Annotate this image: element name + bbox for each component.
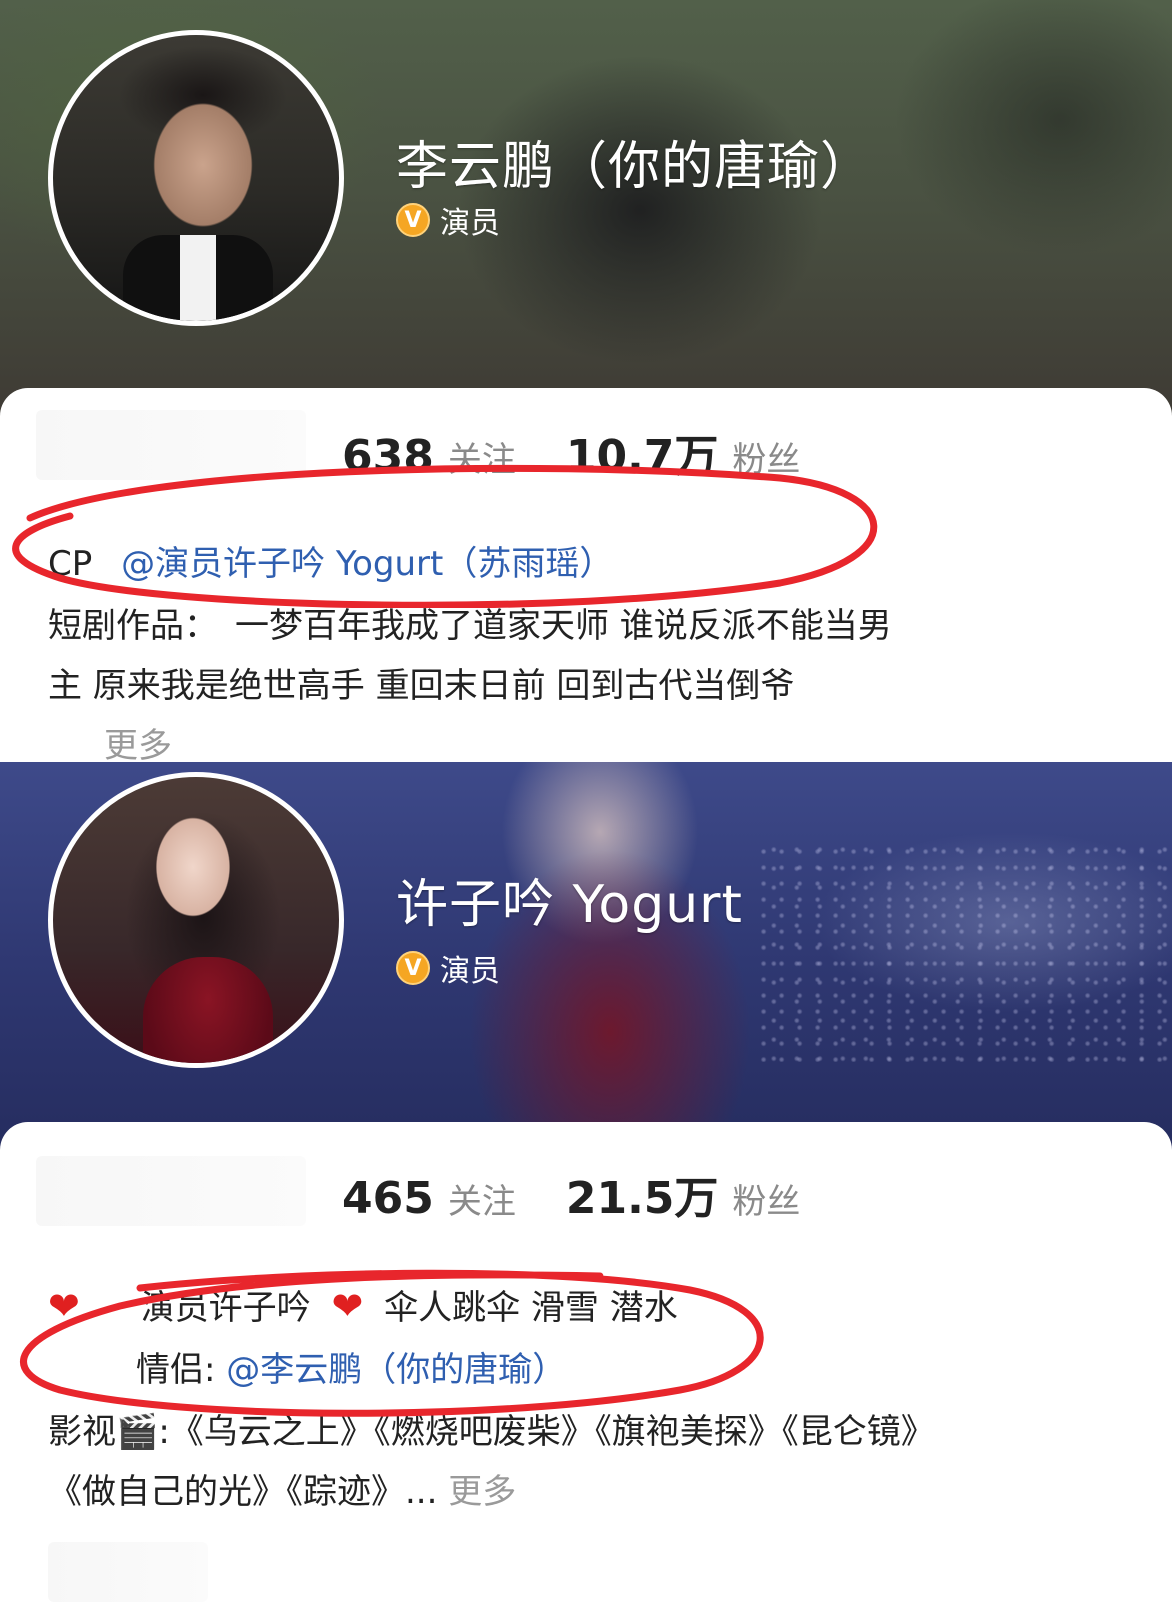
verified-badge-icon: V bbox=[396, 203, 430, 237]
followers-count[interactable]: 10.7万 bbox=[566, 420, 719, 484]
couple-mention-link[interactable]: @李云鹏（你的唐瑜） bbox=[226, 1350, 566, 1390]
bio-cp-line: CP @演员许子吟 Yogurt（苏雨瑶） bbox=[48, 536, 613, 585]
followers-label[interactable]: 粉丝 bbox=[732, 1174, 800, 1223]
profile-card-xu-ziyin: 许子吟 Yogurt V 演员 465 关注 21.5万 粉丝 ❤ 演员许子吟 … bbox=[0, 762, 1172, 1620]
following-label[interactable]: 关注 bbox=[448, 432, 516, 481]
role-label: 演员 bbox=[440, 206, 500, 241]
bio-couple-line: 情侣: @李云鹏（你的唐瑜） bbox=[136, 1342, 566, 1391]
bio-works-line-1: 短剧作品： 一梦百年我成了道家天师 谁说反派不能当男 bbox=[48, 606, 892, 646]
following-label[interactable]: 关注 bbox=[448, 1174, 516, 1223]
following-count[interactable]: 638 bbox=[342, 431, 434, 482]
bio-intro-text: 演员许子吟 bbox=[140, 1288, 311, 1328]
profile-info-card: 465 关注 21.5万 粉丝 ❤ 演员许子吟 ❤ 伞人跳伞 滑雪 潜水 情侣:… bbox=[0, 1122, 1172, 1620]
cp-mention-link[interactable]: @演员许子吟 Yogurt（苏雨瑶） bbox=[121, 544, 613, 584]
verified-role: V 演员 bbox=[396, 946, 500, 990]
followers-label[interactable]: 粉丝 bbox=[732, 432, 800, 481]
heart-icon: ❤ bbox=[331, 1284, 364, 1328]
profile-name: 李云鹏（你的唐瑜） bbox=[396, 137, 874, 197]
avatar[interactable] bbox=[48, 772, 344, 1068]
more-link[interactable]: 更多 bbox=[104, 718, 172, 762]
banner-sparkle-decoration bbox=[760, 842, 1172, 1062]
blurred-region bbox=[36, 1156, 306, 1226]
heart-icon: ❤ bbox=[48, 1284, 80, 1328]
verified-badge-icon: V bbox=[396, 951, 430, 985]
profile-card-li-yunpeng: 李云鹏（你的唐瑜） V 演员 638 关注 10.7万 粉丝 CP @演员许子吟… bbox=[0, 0, 1172, 762]
following-count[interactable]: 465 bbox=[342, 1173, 434, 1224]
profile-stats: 638 关注 10.7万 粉丝 bbox=[342, 420, 836, 484]
works-text: 《做自己的光》《踪迹》... bbox=[48, 1472, 449, 1512]
couple-label: 情侣: bbox=[136, 1350, 227, 1390]
profile-name: 许子吟 Yogurt bbox=[396, 875, 743, 935]
profile-stats: 465 关注 21.5万 粉丝 bbox=[342, 1162, 836, 1226]
blurred-region bbox=[48, 1542, 208, 1602]
profile-info-card: 638 关注 10.7万 粉丝 CP @演员许子吟 Yogurt（苏雨瑶） 短剧… bbox=[0, 388, 1172, 762]
role-label: 演员 bbox=[440, 954, 500, 989]
followers-count[interactable]: 21.5万 bbox=[566, 1162, 719, 1226]
bio-works-line-2: 《做自己的光》《踪迹》... 更多 bbox=[48, 1464, 516, 1513]
blurred-region bbox=[36, 410, 306, 480]
avatar[interactable] bbox=[48, 30, 344, 326]
bio-intro-line: ❤ 演员许子吟 ❤ 伞人跳伞 滑雪 潜水 bbox=[48, 1280, 678, 1329]
verified-role: V 演员 bbox=[396, 198, 500, 242]
bio-hobbies: 伞人跳伞 滑雪 潜水 bbox=[384, 1288, 678, 1328]
cp-label: CP bbox=[48, 544, 93, 584]
bio-works-line-1: 影视🎬:《乌云之上》《燃烧吧废柴》《旗袍美探》《昆仑镜》 bbox=[48, 1412, 935, 1452]
more-link[interactable]: 更多 bbox=[448, 1472, 516, 1512]
bio-works-line-2: 主 原来我是绝世高手 重回末日前 回到古代当倒爷 bbox=[48, 666, 795, 706]
